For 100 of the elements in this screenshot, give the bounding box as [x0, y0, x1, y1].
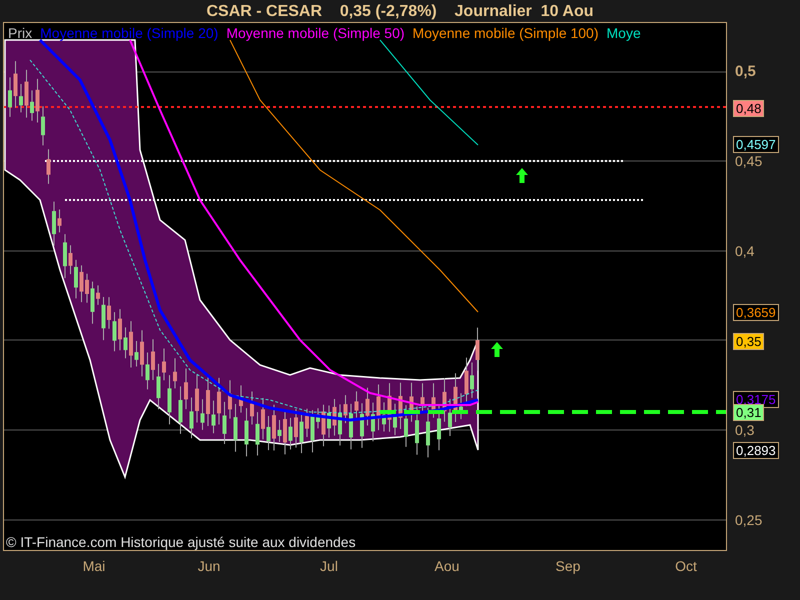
candlestick: [124, 326, 128, 359]
candlestick: [195, 374, 199, 423]
legend-label: Moyenne mobile (Simple 50): [226, 25, 405, 41]
legend-label: Moyenne mobile (Simple 20): [40, 25, 218, 41]
candlestick: [261, 397, 265, 440]
candlestick: [80, 264, 84, 303]
candlestick: [162, 348, 166, 381]
candlestick: [338, 404, 342, 446]
candlestick: [156, 363, 160, 410]
candlestick: [212, 400, 216, 434]
candlestick: [393, 403, 397, 436]
candlestick: [288, 417, 292, 450]
up-arrow-icon: [491, 342, 503, 357]
candlestick: [459, 392, 463, 420]
candlestick: [63, 234, 67, 279]
candlestick: [360, 402, 364, 448]
candlestick: [376, 384, 380, 431]
candlestick: [68, 244, 72, 275]
candlestick: [36, 78, 40, 123]
candlestick: [200, 398, 204, 430]
candlestick: [420, 382, 424, 412]
candlestick: [151, 338, 155, 381]
candlestick: [30, 90, 34, 122]
candlestick: [332, 398, 336, 436]
candlestick: [256, 412, 260, 456]
candlestick: [244, 408, 248, 457]
price-tag: 0,3659: [733, 304, 779, 322]
candlestick: [382, 402, 386, 432]
candlestick: [217, 377, 221, 426]
candlestick: [266, 416, 270, 451]
candlestick: [426, 407, 430, 458]
candlestick: [327, 405, 331, 438]
candlestick: [96, 284, 100, 306]
legend-label: Moyenne mobile (Simple 100): [412, 25, 599, 41]
candlestick: [448, 398, 452, 437]
candlestick: [206, 376, 210, 427]
price-tag: 0,48: [733, 100, 764, 117]
candlestick: [222, 401, 226, 444]
candlestick: [129, 320, 133, 368]
copyright-text: © IT-Finance.com Historique ajusté suite aux dividendes: [6, 534, 356, 550]
candlestick: [316, 408, 320, 429]
candlestick: [228, 380, 232, 420]
candlestick: [146, 352, 150, 390]
candlestick: [349, 403, 353, 450]
candlestick: [322, 404, 326, 447]
axis-label: 0,45: [735, 152, 762, 171]
candlestick: [344, 394, 348, 424]
candlestick: [476, 327, 480, 372]
candlestick: [272, 404, 276, 451]
candlestick: [173, 358, 177, 389]
candlestick: [354, 390, 358, 418]
candlestick: [371, 402, 375, 442]
axis-label: Mai: [82, 558, 106, 574]
legend-label: Prix: [8, 25, 32, 41]
candlestick: [14, 60, 18, 108]
candlestick: [19, 83, 23, 113]
candlestick: [107, 296, 111, 330]
candlestick: [58, 208, 62, 233]
candlestick: [85, 273, 89, 304]
candlestick: [74, 259, 78, 299]
price-tag: 0,4597: [733, 136, 779, 154]
candlestick: [168, 374, 172, 425]
candlestick: [234, 403, 238, 452]
candlestick: [283, 409, 287, 455]
candlestick: [52, 201, 56, 246]
legend-label: Moye: [606, 25, 641, 41]
axis-label: 0,3: [735, 421, 754, 440]
chart-title: CSAR - CESAR 0,35 (-2,78%) Journalier 10 Aou: [205, 2, 595, 22]
candlestick: [190, 396, 194, 439]
candlestick: [470, 362, 474, 398]
axis-label: Jun: [196, 558, 222, 574]
up-arrow-icon: [516, 168, 528, 183]
axis-label: Aou: [434, 558, 460, 574]
candlestick: [24, 69, 28, 118]
candlestick: [305, 408, 309, 438]
price-tag: 0,31: [733, 404, 764, 422]
candlestick: [366, 387, 370, 426]
candlestick: [415, 406, 419, 456]
candlestick: [184, 368, 188, 410]
axis-label: Oct: [674, 558, 698, 574]
candlestick: [102, 296, 106, 341]
candlestick: [8, 76, 12, 118]
axis-label: 0,5: [735, 62, 756, 82]
axis-label: Jul: [319, 558, 339, 574]
candlestick: [437, 404, 441, 451]
candlestick: [118, 308, 122, 351]
candlestick: [294, 408, 298, 448]
candlestick: [134, 340, 138, 367]
candlestick: [90, 281, 94, 324]
price-tag: 0,2893: [733, 442, 779, 459]
candlestick: [178, 386, 182, 434]
candlestick: [310, 410, 314, 453]
candlestick: [112, 312, 116, 352]
candlestick: [140, 330, 144, 377]
axis-label: 0,4: [735, 242, 754, 261]
candlestick: [239, 384, 243, 414]
candlestick: [404, 404, 408, 448]
candlestick: [41, 106, 45, 146]
candlestick: [250, 391, 254, 426]
axis-label: 0,25: [735, 511, 762, 530]
